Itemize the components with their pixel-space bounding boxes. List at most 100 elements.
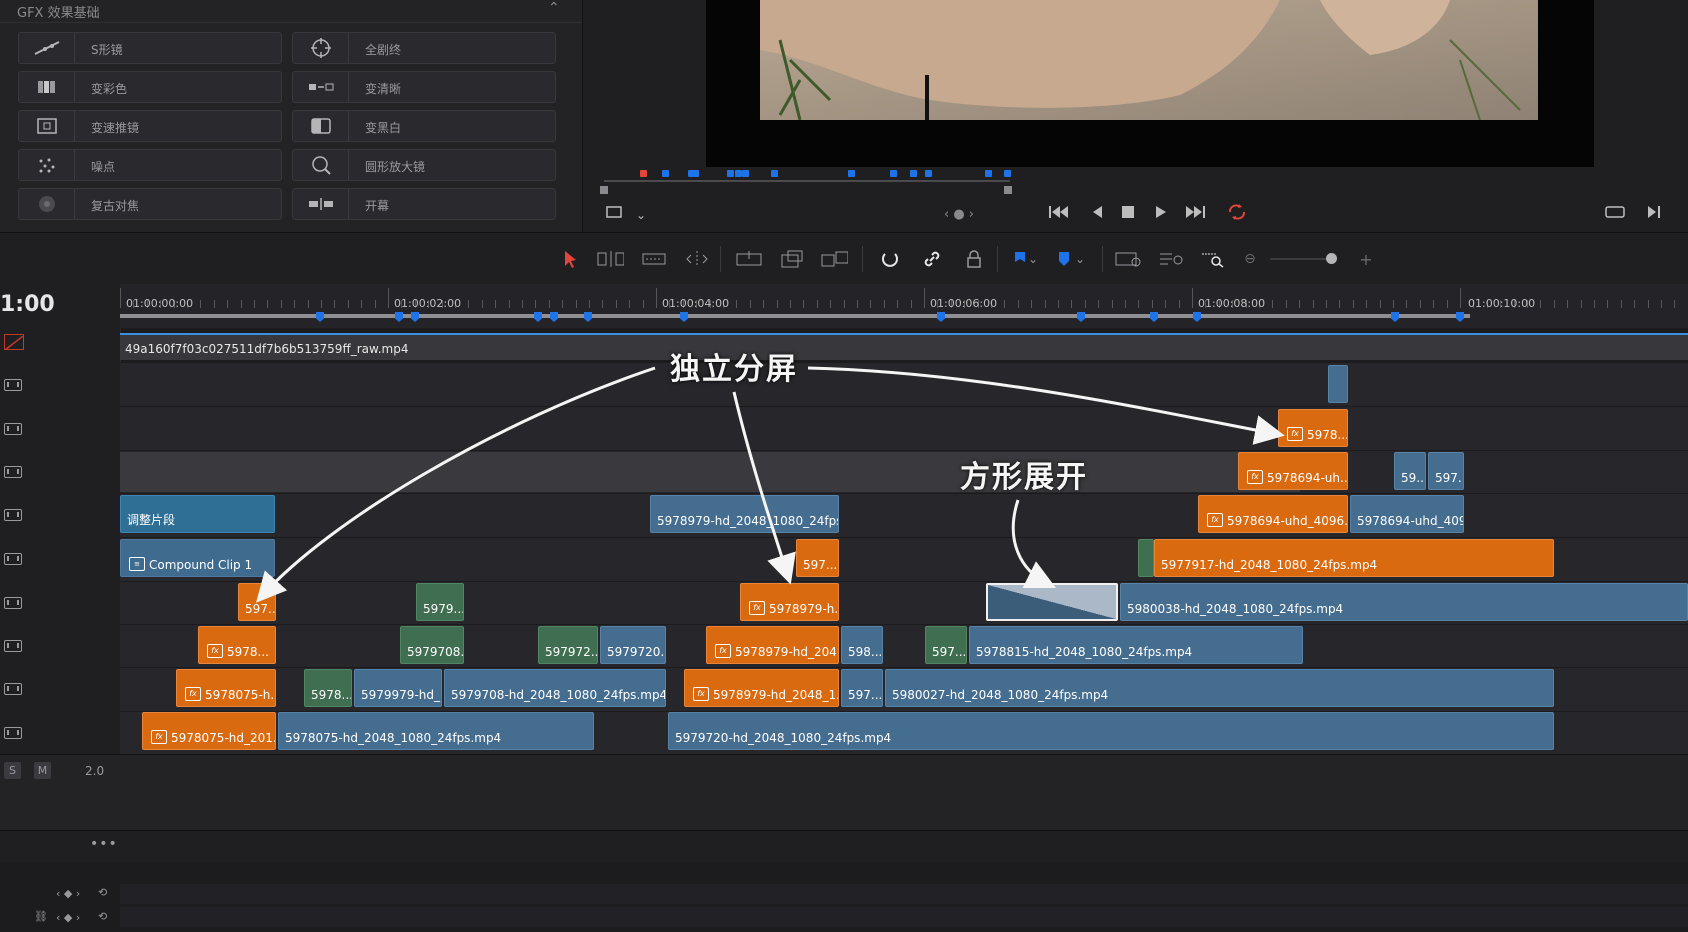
timeline-clip-fx[interactable]: fx 5978979-hd_2048_1... bbox=[684, 669, 839, 707]
fullscreen-icon[interactable] bbox=[1604, 204, 1626, 224]
loop-icon[interactable] bbox=[1226, 203, 1248, 225]
marker[interactable] bbox=[910, 170, 917, 177]
stop-icon[interactable] bbox=[1120, 204, 1136, 224]
video-track-icon[interactable] bbox=[4, 683, 22, 695]
lock-icon[interactable] bbox=[960, 249, 988, 269]
zoom-full-icon[interactable] bbox=[1114, 249, 1142, 269]
timeline-clip[interactable]: 5979708-hd_2048_1080_24fps.mp4 bbox=[444, 669, 666, 707]
timeline-clip-fx[interactable]: fx 5978694-uh... bbox=[1238, 452, 1348, 490]
zoom-custom-icon[interactable] bbox=[1200, 249, 1228, 269]
video-track-icon[interactable] bbox=[4, 640, 22, 652]
out-point-handle[interactable] bbox=[1004, 186, 1012, 194]
timeline-clip[interactable]: 5979720-hd_2048_1080_24fps.mp4 bbox=[668, 712, 1554, 750]
timeline-clip[interactable]: 598... bbox=[841, 626, 883, 664]
effect-finale[interactable]: 全剧终 bbox=[292, 32, 556, 64]
timeline-clip[interactable]: 597... bbox=[796, 539, 839, 577]
collapse-icon[interactable]: ⌃ bbox=[548, 0, 560, 16]
effect-circle-magnifier[interactable]: 圆形放大镜 bbox=[292, 149, 556, 181]
timeline-clip[interactable]: 597... bbox=[925, 626, 967, 664]
insert-clip-icon[interactable] bbox=[735, 249, 763, 269]
transition-square-expand[interactable] bbox=[986, 583, 1118, 621]
timeline-clip[interactable]: 5979708... bbox=[400, 626, 464, 664]
timeline-ruler[interactable] bbox=[120, 284, 1688, 328]
marker[interactable] bbox=[890, 170, 897, 177]
timeline-clip-fx[interactable]: fx 5978979-hd_204... bbox=[706, 626, 839, 664]
zoom-out-icon[interactable]: ⊖ bbox=[1236, 249, 1264, 269]
video-track-icon[interactable] bbox=[4, 727, 22, 739]
timeline-clip-fx[interactable]: fx 5978075-hd_201... bbox=[142, 712, 276, 750]
overwrite-clip-icon[interactable] bbox=[778, 249, 806, 269]
marker[interactable] bbox=[925, 170, 932, 177]
selection-tool-icon[interactable] bbox=[556, 249, 584, 269]
timeline-clip-fx[interactable]: fx 5978... bbox=[198, 626, 276, 664]
zoom-in-icon[interactable]: + bbox=[1352, 249, 1380, 269]
crop-icon[interactable] bbox=[604, 204, 624, 224]
in-point-handle[interactable] bbox=[600, 186, 608, 194]
timeline-clip[interactable]: 597... bbox=[841, 669, 883, 707]
adjustment-clip[interactable]: 调整片段 bbox=[120, 495, 275, 533]
more-options-button[interactable]: ••• bbox=[90, 836, 118, 852]
marker[interactable] bbox=[742, 170, 749, 177]
timeline-clip[interactable]: 59... bbox=[1394, 452, 1426, 490]
link-icon[interactable] bbox=[918, 249, 946, 269]
reset-icon[interactable]: ⟲ bbox=[98, 886, 107, 899]
video-track-icon[interactable] bbox=[4, 509, 22, 521]
skip-to-start-icon[interactable] bbox=[1048, 204, 1070, 224]
reference-disabled-icon[interactable] bbox=[4, 334, 24, 351]
chevron-down-icon[interactable]: ⌄ bbox=[1073, 249, 1087, 269]
blade-tool-icon[interactable] bbox=[683, 249, 711, 269]
track-volume[interactable]: 2.0 bbox=[85, 764, 104, 778]
marker[interactable] bbox=[985, 170, 992, 177]
marker[interactable] bbox=[727, 170, 734, 177]
timeline-clip[interactable]: 5978075-hd_2048_1080_24fps.mp4 bbox=[278, 712, 594, 750]
timeline-clip[interactable]: 5979720... bbox=[600, 626, 666, 664]
timeline-clip[interactable]: 5978... bbox=[304, 669, 352, 707]
skip-to-end-icon[interactable] bbox=[1184, 204, 1206, 224]
mute-button[interactable]: M bbox=[34, 762, 51, 779]
timeline-clip-fx[interactable]: fx 5978075-h... bbox=[176, 669, 276, 707]
audio-track[interactable] bbox=[0, 754, 1688, 831]
timeline-clip[interactable]: 5980038-hd_2048_1080_24fps.mp4 bbox=[1120, 583, 1688, 621]
snapping-icon[interactable] bbox=[876, 249, 904, 269]
replace-clip-icon[interactable] bbox=[820, 249, 848, 269]
marker[interactable] bbox=[1004, 170, 1011, 177]
keyframe-row[interactable] bbox=[120, 907, 1688, 927]
effect-colorize[interactable]: 变彩色 bbox=[18, 71, 282, 103]
zoom-detail-icon[interactable] bbox=[1158, 249, 1186, 269]
video-track-icon[interactable] bbox=[4, 379, 22, 391]
keyframe-nav-icon[interactable]: ‹ ◆ › bbox=[56, 911, 80, 924]
play-icon[interactable] bbox=[1154, 204, 1168, 224]
effect-sharpen[interactable]: 变清晰 bbox=[292, 71, 556, 103]
play-reverse-icon[interactable] bbox=[1090, 204, 1104, 224]
marker[interactable] bbox=[692, 170, 699, 177]
marker[interactable] bbox=[662, 170, 669, 177]
timeline-clip[interactable]: 5978694-uhd_409... bbox=[1350, 495, 1464, 533]
chevron-down-icon[interactable]: ⌄ bbox=[636, 206, 646, 224]
timeline-clip[interactable]: 5978979-hd_2048_1080_24fps.... bbox=[650, 495, 839, 533]
marker[interactable] bbox=[735, 170, 742, 177]
timeline-clip-fx[interactable]: fx 5978979-h... bbox=[740, 583, 839, 621]
timeline-clip[interactable]: 597... bbox=[238, 583, 276, 621]
zoom-slider-handle[interactable] bbox=[1326, 253, 1337, 264]
effect-speed-zoom[interactable]: 变速推镜 bbox=[18, 110, 282, 142]
keyframe-row[interactable] bbox=[120, 884, 1688, 904]
timeline-clip[interactable] bbox=[1138, 539, 1154, 577]
timeline-clip[interactable]: 597972... bbox=[538, 626, 598, 664]
viewer-scrub-bar[interactable] bbox=[604, 180, 1010, 182]
reset-icon[interactable]: ⟲ bbox=[98, 910, 107, 923]
timeline-clip[interactable]: 5979979-hd_... bbox=[354, 669, 442, 707]
effect-curtain-open[interactable]: 开幕 bbox=[292, 188, 556, 220]
playhead-marker[interactable] bbox=[640, 170, 647, 177]
next-panel-icon[interactable] bbox=[1646, 204, 1662, 224]
timeline-clip[interactable]: 5980027-hd_2048_1080_24fps.mp4 bbox=[885, 669, 1554, 707]
nav-prev-next[interactable]: ‹ ● › bbox=[944, 206, 974, 224]
video-track-icon[interactable] bbox=[4, 466, 22, 478]
timeline-clip[interactable]: 597... bbox=[1428, 452, 1464, 490]
timeline-clip[interactable]: 5978815-hd_2048_1080_24fps.mp4 bbox=[969, 626, 1303, 664]
marker[interactable] bbox=[848, 170, 855, 177]
trim-tool-icon[interactable] bbox=[596, 249, 624, 269]
solo-button[interactable]: S bbox=[4, 762, 21, 779]
compound-clip[interactable]: Compound Clip 1 ≡ bbox=[120, 539, 275, 577]
chevron-down-icon[interactable]: ⌄ bbox=[1026, 249, 1040, 269]
marker[interactable] bbox=[771, 170, 778, 177]
